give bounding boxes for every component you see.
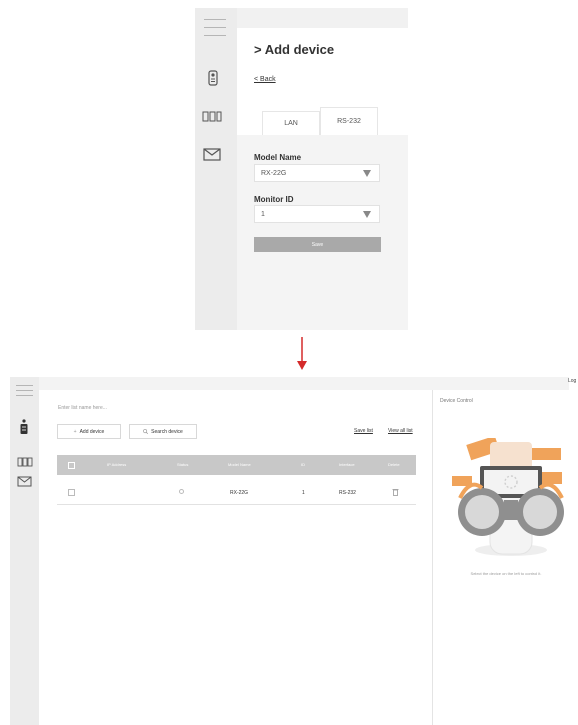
monitor-id-value: 1 (261, 210, 265, 218)
select-all-checkbox[interactable] (68, 462, 75, 469)
top-header-bar (237, 8, 408, 28)
device-control-message: Select the device on the left to control… (470, 571, 542, 576)
row-model: RX-22G (230, 490, 249, 496)
monitor-group-icon[interactable] (202, 110, 222, 123)
row-id: 1 (302, 490, 305, 496)
mail-icon[interactable] (203, 148, 221, 161)
row-checkbox[interactable] (68, 489, 75, 496)
save-button[interactable]: Save (254, 237, 381, 252)
list-name-input[interactable]: Enter list name here... (58, 405, 107, 411)
menu-icon-line[interactable] (204, 35, 226, 36)
back-link[interactable]: < Back (254, 76, 276, 83)
column-header-ip[interactable]: IP Address (107, 462, 126, 467)
monitor-id-label: Monitor ID (254, 195, 294, 204)
panel-divider (432, 390, 433, 725)
logout-link[interactable]: Log (568, 378, 576, 384)
model-name-value: RX-22G (261, 169, 287, 177)
monitor-group-icon[interactable] (17, 457, 33, 467)
menu-icon-line[interactable] (16, 395, 33, 396)
model-name-select[interactable]: RX-22G (254, 164, 380, 182)
top-sidebar (195, 8, 237, 330)
main-header-bar (39, 377, 569, 390)
column-header-id[interactable]: ID (301, 462, 305, 467)
monitor-id-select[interactable]: 1 (254, 205, 380, 223)
add-device-label: Add device (79, 428, 105, 435)
menu-icon-line[interactable] (16, 385, 33, 386)
plus-icon: + (73, 428, 77, 435)
model-name-label: Model Name (254, 153, 302, 162)
column-header-interface[interactable]: Interface (339, 462, 355, 467)
menu-icon-line[interactable] (204, 19, 226, 20)
chevron-down-icon (363, 211, 371, 218)
remote-icon[interactable] (19, 419, 29, 435)
search-icon (143, 429, 149, 434)
remote-icon[interactable] (207, 70, 219, 86)
mail-icon[interactable] (17, 476, 32, 487)
device-control-title: Device Control (440, 398, 473, 404)
add-device-button[interactable]: + Add device (57, 424, 121, 439)
chevron-down-icon (363, 170, 371, 177)
save-list-link[interactable]: Save list (354, 428, 373, 434)
tab-lan[interactable]: LAN (262, 111, 320, 135)
menu-icon-line[interactable] (16, 390, 33, 391)
column-header-model[interactable]: Model Name (228, 462, 251, 467)
tab-rs232[interactable]: RS-232 (320, 107, 378, 135)
table-row[interactable]: RX-22G 1 RS-232 (57, 481, 416, 505)
binoculars-illustration (452, 438, 564, 556)
page-title: > Add device (254, 42, 335, 57)
arrow-down-icon (297, 337, 307, 370)
view-all-list-link[interactable]: View all list (388, 428, 413, 434)
search-device-label: Search device (151, 428, 183, 435)
main-sidebar (10, 377, 39, 725)
trash-icon[interactable] (392, 488, 399, 496)
menu-icon-line[interactable] (204, 27, 226, 28)
row-interface: RS-232 (339, 490, 356, 496)
column-header-delete[interactable]: Delete (388, 462, 400, 467)
column-header-status[interactable]: Status (177, 462, 188, 467)
table-header: IP Address Status Model Name ID Interfac… (57, 455, 416, 475)
status-icon (179, 489, 184, 494)
search-device-button[interactable]: Search device (129, 424, 197, 439)
